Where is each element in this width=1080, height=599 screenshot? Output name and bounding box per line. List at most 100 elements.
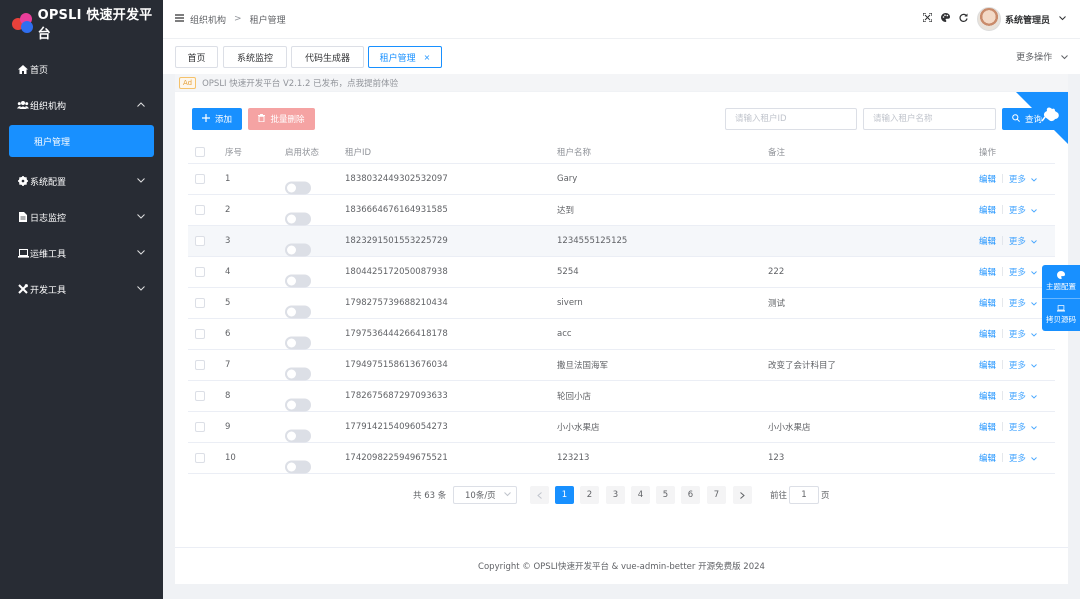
edit-link[interactable]: 编辑 [979,173,996,185]
palette-icon[interactable] [940,13,950,25]
breadcrumb-item[interactable]: 组织机构 [190,13,226,26]
sidebar-item-ops-tools[interactable]: 运维工具 [0,235,163,271]
page-size-value: 10条/页 [465,491,496,501]
pagination: 共 63 条 10条/页 1 2 3 4 5 6 7 前往 1 页 [175,486,1068,504]
copy-source-button[interactable]: 拷贝源码 [1042,298,1080,331]
sidebar-item-log-monitor[interactable]: 日志监控 [0,199,163,235]
row-checkbox[interactable] [195,360,205,370]
enabled-switch[interactable] [285,243,311,256]
row-checkbox[interactable] [195,391,205,401]
action-divider: | [1001,236,1004,246]
row-index: 7 [225,360,231,370]
more-dropdown[interactable]: 更多 [1009,452,1037,464]
row-checkbox[interactable] [195,174,205,184]
more-operations-dropdown[interactable]: 更多操作 [1016,50,1068,63]
edit-link[interactable]: 编辑 [979,266,996,278]
chevron-down-icon [503,490,511,500]
edit-link[interactable]: 编辑 [979,235,996,247]
more-dropdown[interactable]: 更多 [1009,297,1037,309]
edit-link[interactable]: 编辑 [979,297,996,309]
refresh-icon[interactable] [959,13,968,25]
select-all-checkbox[interactable] [195,146,205,157]
page-button[interactable]: 3 [606,486,625,504]
table-row: 9 1779142154096054273 小小水果店 小小水果店 编辑 | 更多 [188,412,1055,443]
more-dropdown[interactable]: 更多 [1009,421,1037,433]
page-button[interactable]: 1 [555,486,574,504]
goto-page-input[interactable]: 1 [789,486,819,504]
fullscreen-icon[interactable] [922,12,933,25]
sidebar-item-system-config[interactable]: 系统配置 [0,163,163,199]
row-checkbox[interactable] [195,205,205,215]
tab-code-generator[interactable]: 代码生成器 [291,46,364,68]
tab-system-monitor[interactable]: 系统监控 [223,46,287,68]
tenant-name-cell: 小小水果店 [557,423,600,433]
edit-link[interactable]: 编辑 [979,328,996,340]
enabled-switch[interactable] [285,460,311,473]
tenant-name-cell: Gary [557,174,578,184]
enabled-switch[interactable] [285,429,311,442]
enabled-switch[interactable] [285,305,311,318]
page-button[interactable]: 4 [631,486,650,504]
row-checkbox[interactable] [195,453,205,463]
close-icon[interactable]: × [424,53,431,62]
sidebar-item-tenant-management[interactable]: 租户管理 [9,125,154,157]
edit-link[interactable]: 编辑 [979,204,996,216]
announcement-bar[interactable]: Ad OPSLI 快速开发平台 V2.1.2 已发布，点我提前体验 [175,74,1068,91]
edit-link[interactable]: 编辑 [979,390,996,402]
row-checkbox[interactable] [195,298,205,308]
enabled-switch[interactable] [285,398,311,411]
page-button[interactable]: 6 [681,486,700,504]
enabled-switch[interactable] [285,212,311,225]
chevron-down-icon[interactable] [1059,14,1066,24]
enabled-switch[interactable] [285,367,311,380]
enabled-switch[interactable] [285,336,311,349]
edit-link[interactable]: 编辑 [979,421,996,433]
tenant-id-cell: 1798275739688210434 [345,298,448,308]
row-checkbox[interactable] [195,236,205,246]
app-logo[interactable]: OPSLI 快速开发平台 [0,0,163,46]
page-button[interactable]: 5 [656,486,675,504]
sidebar-item-organization[interactable]: 组织机构 [0,87,163,123]
tab-home[interactable]: 首页 [175,46,218,68]
more-dropdown[interactable]: 更多 [1009,173,1037,185]
tenant-id-cell: 1838032449302532097 [345,174,448,184]
chevron-down-icon [1031,175,1037,185]
row-actions: 编辑 | 更多 [979,297,1037,309]
edit-link[interactable]: 编辑 [979,452,996,464]
sidebar-item-home[interactable]: 首页 [0,51,163,87]
row-checkbox[interactable] [195,422,205,432]
more-dropdown[interactable]: 更多 [1009,328,1037,340]
more-dropdown[interactable]: 更多 [1009,359,1037,371]
more-dropdown[interactable]: 更多 [1009,266,1037,278]
user-name[interactable]: 系统管理员 [1005,13,1050,26]
menu-toggle-icon[interactable] [175,13,184,25]
avatar[interactable] [976,7,1001,31]
more-dropdown[interactable]: 更多 [1009,235,1037,247]
page-button[interactable]: 7 [707,486,726,504]
sidebar-item-dev-tools[interactable]: 开发工具 [0,271,163,307]
tab-tenant-management[interactable]: 租户管理 × [368,46,442,68]
prev-page-button[interactable] [530,486,549,504]
laptop-icon [17,248,29,258]
announcement-text[interactable]: OPSLI 快速开发平台 V2.1.2 已发布，点我提前体验 [202,77,398,89]
tenant-id-search-input[interactable] [725,108,857,130]
tenant-name-search-input[interactable] [863,108,996,130]
add-button[interactable]: 添加 [192,108,242,130]
page-size-select[interactable]: 10条/页 [453,486,517,504]
batch-delete-button[interactable]: 批量删除 [248,108,315,130]
action-divider: | [1001,453,1004,463]
github-corner-icon[interactable] [1016,92,1068,144]
chevron-down-icon [1031,423,1037,433]
more-dropdown[interactable]: 更多 [1009,204,1037,216]
theme-config-button[interactable]: 主题配置 [1042,265,1080,298]
more-dropdown[interactable]: 更多 [1009,390,1037,402]
page-button[interactable]: 2 [580,486,599,504]
enabled-switch[interactable] [285,274,311,287]
row-checkbox[interactable] [195,329,205,339]
enabled-switch[interactable] [285,181,311,194]
next-page-button[interactable] [733,486,752,504]
row-checkbox[interactable] [195,267,205,277]
table-row: 8 1782675687297093633 轮回小店 编辑 | 更多 [188,381,1055,412]
edit-link[interactable]: 编辑 [979,359,996,371]
action-divider: | [1001,360,1004,370]
